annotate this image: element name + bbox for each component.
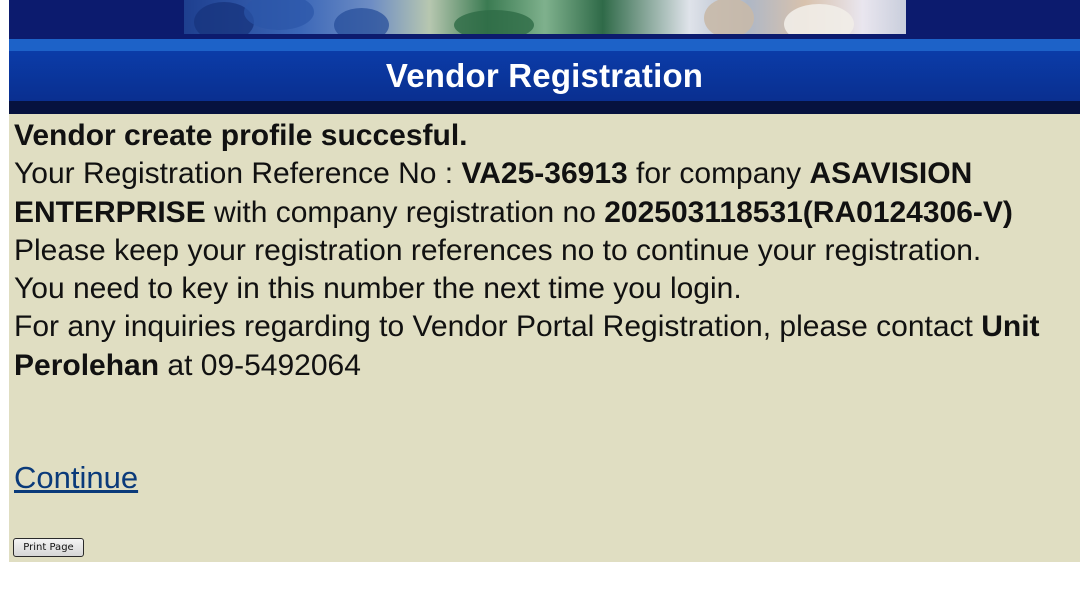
ref-prefix-text: Your Registration Reference No : bbox=[14, 157, 462, 191]
reg-no-text: with company registration no bbox=[205, 195, 605, 229]
continue-link[interactable]: Continue bbox=[14, 460, 138, 496]
company-registration-no: 202503118531(RA0124306-V) bbox=[604, 195, 1013, 229]
contact-phone: 09-5492064 bbox=[200, 348, 361, 382]
print-page-button[interactable]: Print Page bbox=[13, 538, 84, 557]
content-panel: Vendor create profile succesful. Your Re… bbox=[9, 114, 1080, 562]
registration-message: Vendor create profile succesful. Your Re… bbox=[14, 117, 1076, 385]
banner-image bbox=[184, 0, 906, 34]
page-header: Vendor Registration bbox=[9, 51, 1080, 101]
page-title: Vendor Registration bbox=[385, 57, 704, 94]
at-text: at bbox=[159, 348, 201, 382]
registration-reference-no: VA25-36913 bbox=[461, 157, 628, 191]
header-top-stripe bbox=[9, 39, 1080, 51]
header-bottom-stripe bbox=[9, 101, 1080, 114]
success-heading: Vendor create profile succesful. bbox=[14, 119, 468, 152]
for-company-text: for company bbox=[627, 157, 810, 191]
inquiry-line: For any inquiries regarding to Vendor Po… bbox=[14, 310, 982, 344]
keep-reference-line: Please keep your registration references… bbox=[14, 233, 982, 267]
key-in-line: You need to key in this number the next … bbox=[14, 272, 742, 306]
